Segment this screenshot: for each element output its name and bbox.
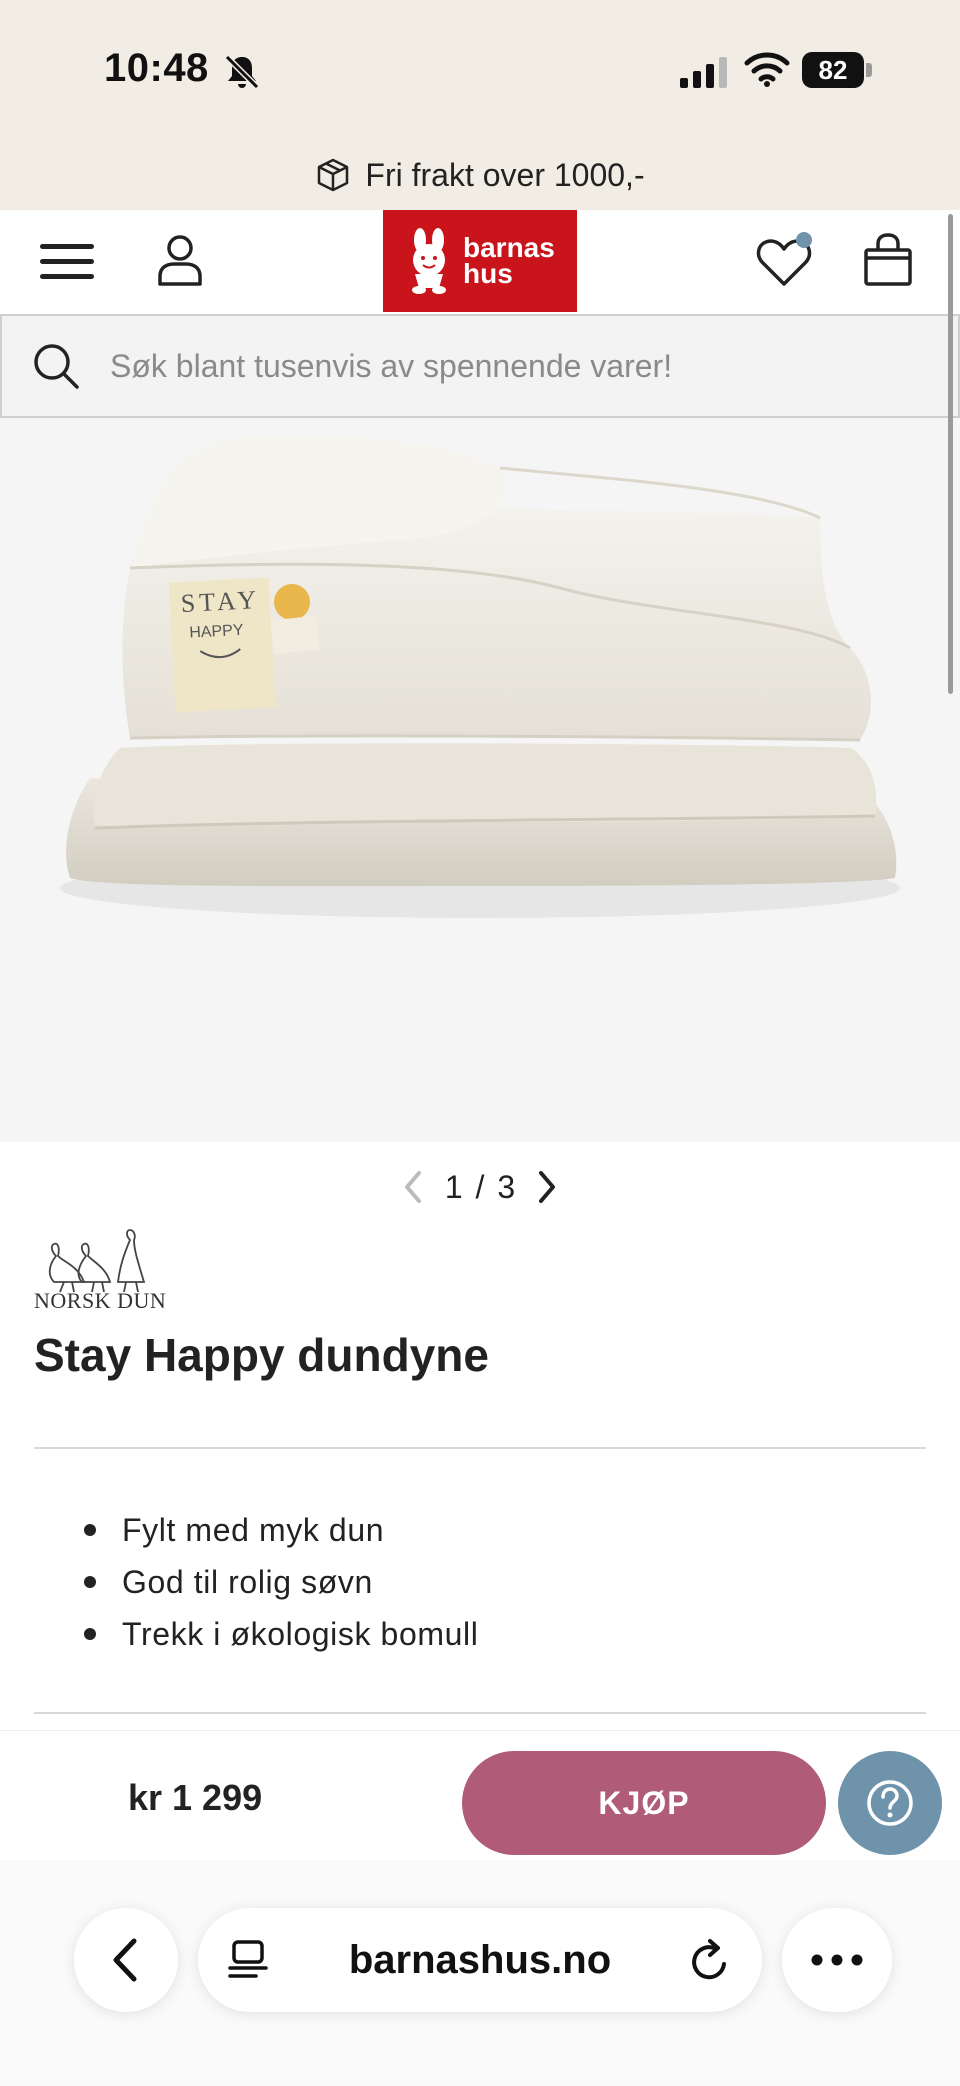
site-header: barnas hus bbox=[0, 210, 960, 314]
feature-item: Trekk i økologisk bomull bbox=[34, 1612, 924, 1664]
search-bar bbox=[0, 314, 960, 418]
duvet-image: STAY HAPPY bbox=[60, 434, 900, 918]
feature-item: God til rolig søvn bbox=[34, 1560, 924, 1612]
signal-icon bbox=[680, 57, 727, 88]
back-arrow-icon bbox=[113, 1938, 137, 1982]
browser-toolbar: barnashus.no bbox=[0, 1860, 960, 2086]
chevron-right-icon[interactable] bbox=[533, 1167, 563, 1207]
shipping-banner: Fri frakt over 1000,- bbox=[0, 140, 960, 210]
product-image[interactable]: STAY HAPPY bbox=[0, 418, 960, 1142]
battery-indicator: 82 bbox=[802, 52, 872, 88]
image-pager: 1 / 3 bbox=[0, 1162, 960, 1212]
feature-item: Fylt med myk dun bbox=[34, 1508, 924, 1560]
shipping-text: Fri frakt over 1000,- bbox=[365, 156, 645, 193]
browser-back-button[interactable] bbox=[74, 1908, 178, 2012]
product-price: kr 1 299 bbox=[128, 1777, 263, 1818]
help-button[interactable] bbox=[838, 1751, 942, 1855]
hamburger-menu-icon[interactable] bbox=[38, 238, 96, 286]
shopping-bag-icon[interactable] bbox=[862, 232, 914, 288]
logo-wordmark: barnas hus bbox=[463, 234, 555, 289]
divider-bottom bbox=[34, 1712, 926, 1714]
buy-button[interactable]: KJØP bbox=[462, 1751, 826, 1855]
wishlist-notification-dot bbox=[796, 232, 812, 248]
address-bar[interactable]: barnashus.no bbox=[198, 1908, 762, 2012]
status-bar: 10:48 82 bbox=[0, 0, 960, 140]
feature-list: Fylt med myk dun God til rolig søvn Trek… bbox=[34, 1508, 924, 1664]
bell-muted-icon bbox=[224, 54, 260, 90]
logo-line-2: hus bbox=[463, 258, 513, 289]
label-happy-text: HAPPY bbox=[189, 622, 244, 642]
more-options-button[interactable] bbox=[782, 1908, 892, 2012]
chevron-left-icon[interactable] bbox=[397, 1167, 427, 1207]
search-input[interactable] bbox=[110, 347, 930, 385]
question-mark-icon bbox=[867, 1780, 913, 1826]
battery-tip bbox=[866, 63, 872, 77]
package-icon bbox=[318, 158, 349, 192]
user-account-icon[interactable] bbox=[152, 232, 208, 288]
divider-top bbox=[34, 1447, 926, 1449]
product-title: Stay Happy dundyne bbox=[34, 1329, 489, 1381]
wifi-icon bbox=[744, 52, 790, 87]
more-dots-icon bbox=[811, 1954, 863, 1966]
rabbit-logo-icon bbox=[412, 228, 446, 294]
url-text[interactable]: barnashus.no bbox=[198, 1908, 762, 2012]
barnashus-logo[interactable]: barnas hus bbox=[383, 210, 577, 312]
label-stay-text: STAY bbox=[180, 585, 261, 618]
reload-icon[interactable] bbox=[688, 1938, 732, 1984]
buy-bar: kr 1 299 KJØP bbox=[0, 1730, 960, 1860]
pager-indicator: 1 / 3 bbox=[444, 1168, 518, 1205]
status-time: 10:48 bbox=[104, 46, 209, 90]
battery-level: 82 bbox=[802, 52, 864, 88]
brand-name: NORSK DUN bbox=[34, 1288, 167, 1313]
tabs-overview-icon[interactable] bbox=[226, 1938, 270, 1982]
search-icon[interactable] bbox=[32, 342, 80, 390]
page-scrollbar[interactable] bbox=[948, 214, 953, 694]
